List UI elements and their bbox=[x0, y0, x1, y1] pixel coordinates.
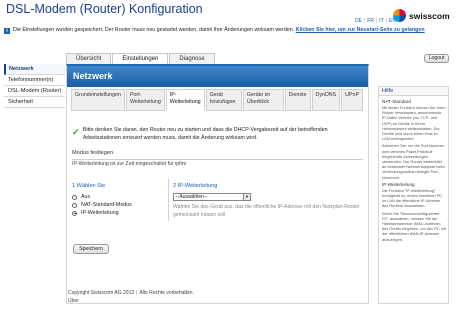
help-heading: IP-Weiterleitung bbox=[382, 181, 415, 187]
success-message: ✓ Bitte denken Sie daran, den Router neu… bbox=[72, 126, 364, 146]
help-title: Hilfe bbox=[379, 87, 448, 96]
subtab-dienste[interactable]: Dienste bbox=[284, 89, 311, 111]
checkmark-icon: ✓ bbox=[72, 127, 80, 137]
restart-notice: i Die Einstellungen wurden gespeichert. … bbox=[4, 27, 470, 45]
option-label: IP-Weiterleitung bbox=[81, 210, 119, 216]
copyright: Copyright Swisscom AG 2012 bbox=[68, 290, 135, 296]
logo-text: swisscom bbox=[409, 10, 450, 21]
subtab-dyndns[interactable]: DynDNS bbox=[311, 89, 341, 111]
section-divider bbox=[72, 159, 363, 160]
lang-fr[interactable]: FR bbox=[367, 18, 374, 24]
swisscom-logo-icon bbox=[393, 9, 406, 22]
step1-title: 1 Wählen Sie bbox=[72, 183, 106, 189]
subtab-geraete-ueberblick[interactable]: Geräte im Überblick bbox=[242, 89, 284, 111]
main-tabs: Übersicht Einstellungen Diagnose bbox=[66, 53, 216, 64]
notice-text: Die Einstellungen wurden gespeichert. De… bbox=[13, 27, 295, 33]
subtab-geraet-hinzufuegen[interactable]: Gerät hinzufügen bbox=[205, 89, 242, 111]
radio-ip-weiterleitung[interactable] bbox=[72, 210, 77, 216]
help-text: Wenn Sie "Benutzerkonfigurierter PC" aus… bbox=[382, 210, 447, 242]
help-heading: NAT-Standard bbox=[382, 99, 411, 104]
lang-it[interactable]: IT bbox=[379, 18, 383, 24]
sidebar-item-sicherheit[interactable]: Sicherheit bbox=[4, 97, 65, 108]
device-select-help: Wählen Sie das Gerät aus, das die öffent… bbox=[173, 204, 360, 218]
subtab-grundeinstellungen[interactable]: Grundeinstellungen bbox=[71, 89, 125, 111]
step2-title: 2 IP-Weiterleitung bbox=[173, 183, 218, 189]
lang-de[interactable]: DE bbox=[355, 18, 362, 24]
save-button[interactable]: Speichern bbox=[73, 244, 109, 254]
tab-diagnose[interactable]: Diagnose bbox=[169, 53, 215, 64]
rights-text: Alle Rechte vorbehalten bbox=[139, 290, 193, 296]
subtab-ip-weiterleitung[interactable]: IP-Weiterleitung bbox=[165, 89, 205, 111]
column-divider bbox=[168, 179, 169, 221]
option-aus[interactable]: Aus bbox=[72, 193, 167, 201]
mode-options: 1 Wählen Sie Aus NAT-Standard-Modus IP-W… bbox=[72, 183, 167, 217]
subtab-upnp[interactable]: UPnP bbox=[341, 89, 363, 111]
language-switcher: DE | FR | IT | EN bbox=[355, 18, 396, 24]
radio-aus[interactable] bbox=[72, 194, 77, 200]
help-panel: Hilfe NAT-Standard Mit dieser Funktion k… bbox=[378, 86, 449, 304]
tab-einstellungen[interactable]: Einstellungen bbox=[112, 53, 169, 64]
section-description: IP-Weiterleitung ist zur Zeit eingeschal… bbox=[72, 161, 187, 167]
app-title: DSL-Modem (Router) Konfiguration bbox=[6, 2, 203, 16]
option-label: Aus bbox=[81, 194, 91, 200]
success-text: Bitte denken Sie daran, den Router neu z… bbox=[83, 127, 328, 141]
footer: Copyright Swisscom AG 2012 | Alle Rechte v… bbox=[68, 290, 193, 305]
subtab-port-weiterleitung[interactable]: Port-Weiterleitung bbox=[125, 89, 165, 111]
select-value: --Auswählen-- bbox=[176, 194, 208, 200]
sub-tabs: Grundeinstellungen Port-Weiterleitung IP… bbox=[71, 89, 364, 111]
header: DSL-Modem (Router) Konfiguration DE | FR | I… bbox=[0, 0, 474, 26]
option-label: NAT-Standard-Modus bbox=[81, 202, 132, 208]
sidebar: Netzwerk Telefonnummer(n) DSL-Modem (Rou… bbox=[4, 64, 65, 108]
tab-uebersicht[interactable]: Übersicht bbox=[66, 53, 112, 64]
device-select[interactable]: --Auswählen-- ▼ bbox=[173, 193, 251, 201]
help-text: Die Funktion "IP-Weiterleitung" ermöglic… bbox=[382, 187, 443, 209]
ip-forwarding-settings: 2 IP-Weiterleitung --Auswählen-- ▼ Wähle… bbox=[173, 183, 363, 219]
sidebar-item-netzwerk[interactable]: Netzwerk bbox=[4, 64, 65, 75]
restart-link[interactable]: Klicken Sie hier, um zur Neustart-Seite … bbox=[296, 27, 425, 33]
chevron-down-icon[interactable]: ▼ bbox=[243, 194, 250, 200]
about-link[interactable]: Über bbox=[68, 297, 193, 305]
option-nat-standard[interactable]: NAT-Standard-Modus bbox=[72, 201, 167, 209]
radio-nat-standard[interactable] bbox=[72, 202, 77, 208]
sidebar-item-dsl-modem[interactable]: DSL-Modem (Router) bbox=[4, 86, 65, 97]
help-text: Mit dieser Funktion können Sie Ihren Rou… bbox=[382, 105, 446, 142]
section-title: Modus festlegen bbox=[72, 150, 114, 156]
page-title: Netzwerk bbox=[67, 66, 368, 87]
swisscom-logo: swisscom bbox=[393, 9, 450, 22]
info-icon: i bbox=[4, 28, 10, 34]
content-panel: Netzwerk Grundeinstellungen Port-Weiterl… bbox=[66, 64, 369, 304]
logout-button[interactable]: Logout bbox=[424, 54, 449, 63]
help-text: Aktivieren Sie, um die Port-Nummer oder … bbox=[382, 143, 445, 180]
option-ip-weiterleitung[interactable]: IP-Weiterleitung bbox=[72, 209, 167, 217]
sidebar-item-telefonnummern[interactable]: Telefonnummer(n) bbox=[4, 75, 65, 86]
